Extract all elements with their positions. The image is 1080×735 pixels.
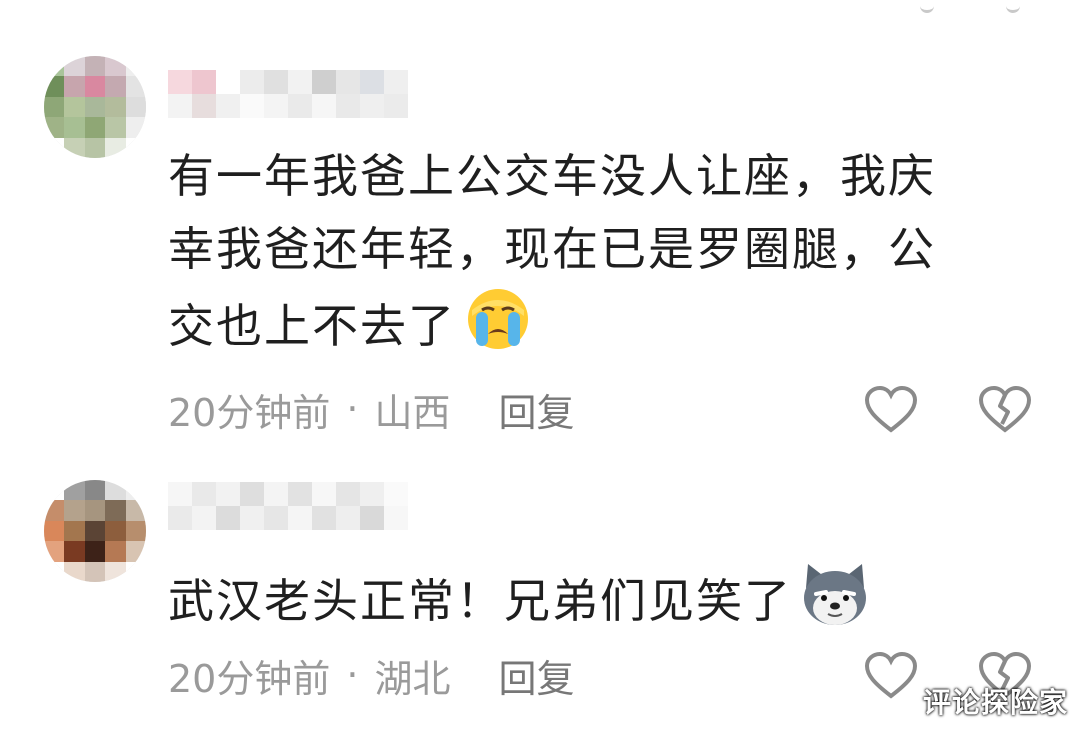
comment-meta: 20分钟前 · 湖北 回复 [168,648,574,703]
comment-line: 幸我爸还年轻，现在已是罗圈腿，公 [168,222,936,276]
reply-button[interactable]: 回复 [498,648,574,703]
reply-button[interactable]: 回复 [498,382,574,437]
comment-text: 武汉老头正常！兄弟们见笑了 [168,560,1038,649]
separator: · [346,653,359,697]
dog-face-icon [798,560,872,649]
comment-time: 20分钟前 [168,390,331,435]
heart-outline-icon[interactable] [864,651,918,700]
separator: · [346,387,359,431]
avatar[interactable] [44,480,146,582]
avatar-mosaic [44,480,146,582]
comment-location: 山西 [374,390,451,435]
top-decoration [880,0,1020,14]
username[interactable] [168,482,408,530]
crying-face-icon [462,286,534,373]
heart-outline-icon[interactable] [864,385,918,434]
username[interactable] [168,70,408,118]
comment-text: 有一年我爸上公交车没人让座，我庆 幸我爸还年轻，现在已是罗圈腿，公 交也上不去了 [168,140,1038,373]
broken-heart-outline-icon[interactable] [978,385,1032,434]
comment-line: 有一年我爸上公交车没人让座，我庆 [168,149,936,203]
comment-location: 湖北 [374,656,451,701]
avatar-mosaic [44,56,146,158]
avatar[interactable] [44,56,146,158]
comment-meta: 20分钟前 · 山西 回复 [168,382,574,437]
watermark: 评论探险家 [922,686,1068,719]
comment-line: 武汉老头正常！兄弟们见笑了 [168,560,1038,649]
comment-line: 交也上不去了 [168,286,1038,373]
comment-time: 20分钟前 [168,656,331,701]
